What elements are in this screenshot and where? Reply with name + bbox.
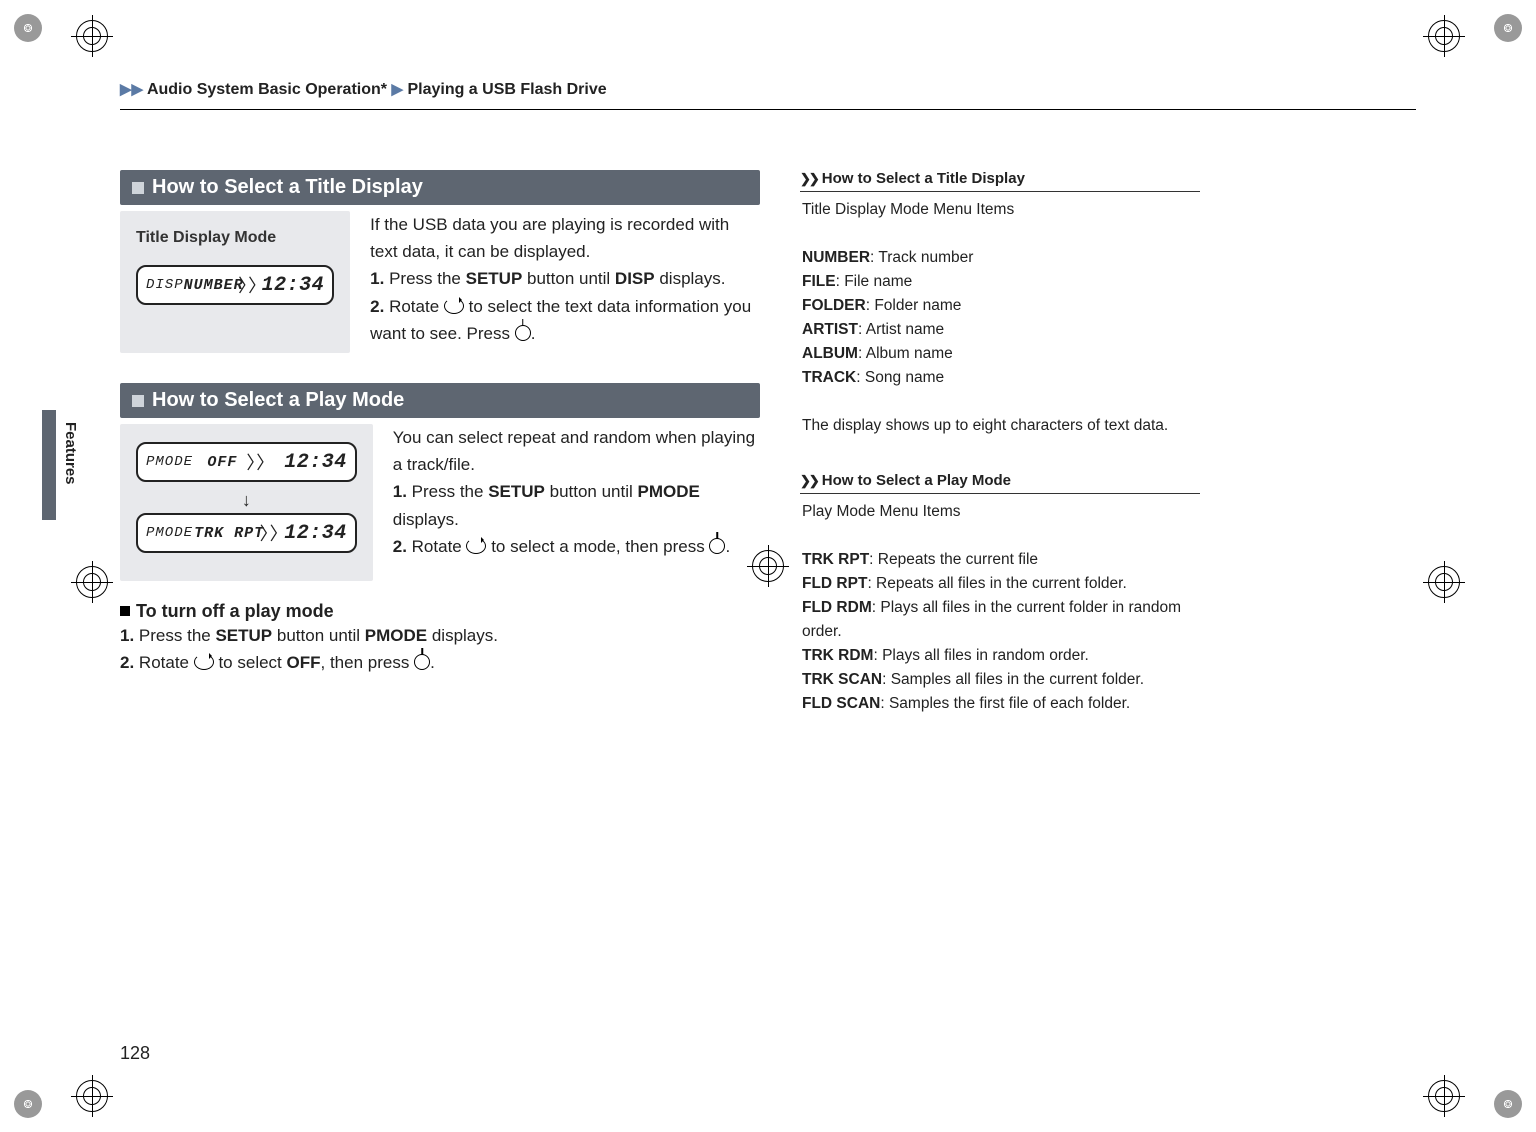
sidebar-item: TRK RDM: Plays all files in random order… (802, 644, 1198, 668)
sidebar-intro: Play Mode Menu Items (802, 500, 1198, 524)
lcd-pmode-trk-rpt: PMODE TRK RPT 〉〉 12:34 (136, 513, 357, 553)
sidebar-item-key: TRK RDM (802, 647, 873, 664)
section-tab: Features (60, 420, 81, 487)
lcd-display-title: DISP NUMBER 〉〉 12:34 (136, 265, 334, 305)
sidebar-item-value: : Repeats all files in the current folde… (867, 575, 1126, 592)
sidebar-item-key: NUMBER (802, 249, 870, 266)
illustration-label: Title Display Mode (136, 229, 334, 247)
sidebar-item: NUMBER: Track number (802, 246, 1198, 270)
instructions-title-display: If the USB data you are playing is recor… (370, 211, 760, 353)
sidebar-item: FLD RPT: Repeats all files in the curren… (802, 572, 1198, 596)
breadcrumb-arrow-2: ▶ (391, 81, 403, 98)
press-icon (515, 325, 531, 341)
sidebar-intro: Title Display Mode Menu Items (802, 198, 1198, 222)
sidebar-item-value: : Plays all files in random order. (873, 647, 1088, 664)
sidebar-item-key: TRACK (802, 369, 856, 386)
sidebar-item-key: FLD SCAN (802, 695, 880, 712)
breadcrumb-level1: Audio System Basic Operation* (147, 81, 387, 98)
lcd-pmode-off: PMODE OFF 〉〉 12:34 (136, 442, 357, 482)
sidebar-title-display: ❯❯How to Select a Title Display Title Di… (800, 170, 1200, 438)
rotate-icon (444, 298, 464, 314)
sidebar-item-value: : Folder name (866, 297, 962, 314)
sidebar-item-value: : Track number (870, 249, 973, 266)
lcd-left: DISP (146, 277, 184, 293)
lcd-time: 12:34 (262, 274, 325, 297)
press-icon (414, 654, 430, 670)
sidebar-item-key: ARTIST (802, 321, 858, 338)
sidebar-item-key: ALBUM (802, 345, 858, 362)
sidebar-item: TRK RPT: Repeats the current file (802, 548, 1198, 572)
intro-text: If the USB data you are playing is recor… (370, 211, 760, 265)
sidebar-item: TRACK: Song name (802, 366, 1198, 390)
signal-icon: 〉〉 (265, 524, 283, 542)
sidebar-item-key: TRK RPT (802, 551, 869, 568)
sidebar-item-value: : Album name (858, 345, 953, 362)
sidebar-play-mode: ❯❯How to Select a Play Mode Play Mode Me… (800, 472, 1200, 716)
sidebar-item-key: FLD RPT (802, 575, 867, 592)
sidebar-item-value: : Samples the first file of each folder. (880, 695, 1130, 712)
transition-arrow-icon: ↓ (136, 490, 357, 511)
instructions-play-mode: You can select repeat and random when pl… (393, 424, 760, 581)
section-tab-bar (42, 410, 56, 520)
section-play-mode: How to Select a Play Mode (120, 383, 760, 418)
play-mode-illustration: PMODE OFF 〉〉 12:34 ↓ PMODE TRK RPT 〉〉 12… (120, 424, 373, 581)
signal-icon: 〉〉 (244, 276, 262, 294)
sidebar-item-value: : Song name (856, 369, 944, 386)
sidebar-item: FOLDER: Folder name (802, 294, 1198, 318)
step-1-num: 1. (370, 269, 384, 288)
sidebar-item-value: : Artist name (858, 321, 944, 338)
section-marker-icon (132, 395, 144, 407)
sidebar-heading: How to Select a Play Mode (822, 472, 1011, 489)
step-2-num: 2. (370, 297, 384, 316)
sidebar-note: The display shows up to eight characters… (802, 414, 1198, 438)
sidebar-item: ALBUM: Album name (802, 342, 1198, 366)
sidebar-item: FLD RDM: Plays all files in the current … (802, 596, 1198, 644)
rotate-icon (194, 654, 214, 670)
sidebar-heading: How to Select a Title Display (822, 170, 1025, 187)
lcd-mid: NUMBER (184, 277, 244, 294)
signal-icon: 〉〉 (252, 453, 270, 471)
sidebar-item-key: TRK SCAN (802, 671, 882, 688)
sidebar-item-value: : File name (836, 273, 913, 290)
sidebar-item-key: FLD RDM (802, 599, 872, 616)
sidebar-item: TRK SCAN: Samples all files in the curre… (802, 668, 1198, 692)
title-display-illustration: Title Display Mode DISP NUMBER 〉〉 12:34 (120, 211, 350, 353)
sidebar-item-value: : Repeats the current file (869, 551, 1038, 568)
page-number: 128 (120, 1043, 150, 1064)
sidebar-item: FILE: File name (802, 270, 1198, 294)
page-content: Features ▶▶ Audio System Basic Operation… (120, 80, 1416, 1052)
subsection-marker-icon (120, 606, 130, 616)
press-icon (709, 538, 725, 554)
rotate-icon (466, 538, 486, 554)
breadcrumb-arrow-1: ▶▶ (120, 81, 143, 98)
section-title-display: How to Select a Title Display (120, 170, 760, 205)
instructions-turn-off: 1. Press the SETUP button until PMODE di… (120, 622, 760, 676)
breadcrumb: ▶▶ Audio System Basic Operation* ▶ Playi… (120, 80, 1416, 110)
sidebar-item: ARTIST: Artist name (802, 318, 1198, 342)
breadcrumb-level2: Playing a USB Flash Drive (407, 81, 606, 98)
sidebar-item-key: FOLDER (802, 297, 866, 314)
subsection-turn-off: To turn off a play mode (120, 601, 760, 622)
intro-text: You can select repeat and random when pl… (393, 424, 760, 478)
sidebar-item-value: : Samples all files in the current folde… (882, 671, 1144, 688)
section-title-text: How to Select a Title Display (152, 176, 423, 199)
section-marker-icon (132, 182, 144, 194)
sidebar-item-key: FILE (802, 273, 836, 290)
sidebar-item: FLD SCAN: Samples the first file of each… (802, 692, 1198, 716)
section-title-text: How to Select a Play Mode (152, 389, 404, 412)
